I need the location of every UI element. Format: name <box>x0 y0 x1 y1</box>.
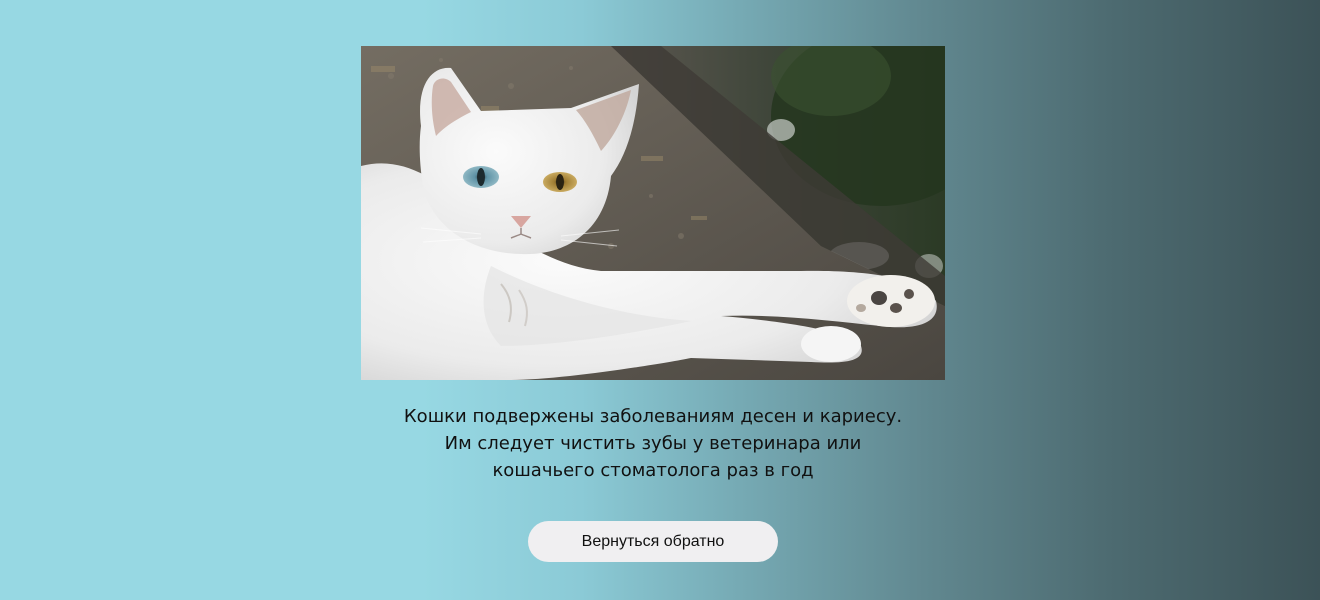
fact-card: Кошки подвержены заболеваниям десен и ка… <box>361 46 945 562</box>
caption-line-3: кошачьего стоматолога раз в год <box>492 460 814 481</box>
cat-photo <box>361 46 945 380</box>
fact-caption: Кошки подвержены заболеваниям десен и ка… <box>361 403 945 484</box>
caption-line-2: Им следует чистить зубы у ветеринара или <box>444 433 862 454</box>
back-button[interactable]: Вернуться обратно <box>528 521 778 562</box>
caption-line-1: Кошки подвержены заболеваниям десен и ка… <box>403 406 903 427</box>
